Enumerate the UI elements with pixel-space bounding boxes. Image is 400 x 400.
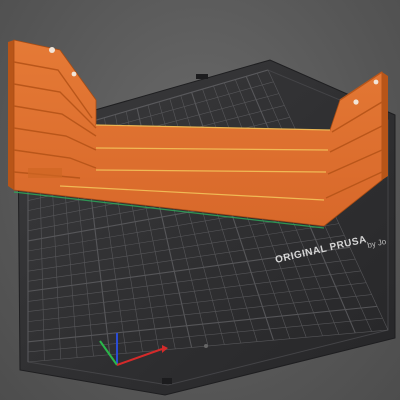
scene-canvas[interactable]: ORIGINAL PRUSA by Jo — [0, 0, 400, 400]
bed-screw — [204, 344, 208, 348]
model-side-right — [382, 72, 388, 180]
bed-notch — [196, 74, 208, 79]
model-side-left — [8, 40, 14, 190]
3d-viewport[interactable]: ORIGINAL PRUSA by Jo — [0, 0, 400, 400]
bed-notch — [162, 378, 172, 384]
model-face-mark — [28, 168, 62, 178]
model-hole — [373, 79, 379, 85]
model-hole — [71, 71, 77, 77]
model-hole — [49, 47, 55, 53]
model-hole — [353, 99, 359, 105]
